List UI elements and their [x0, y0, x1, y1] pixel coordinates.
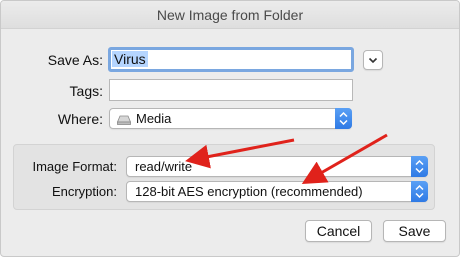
where-value: Media — [136, 111, 172, 126]
drive-icon — [117, 115, 131, 125]
cancel-button[interactable]: Cancel — [305, 220, 372, 242]
image-format-value: read/write — [135, 159, 193, 174]
where-popup[interactable]: Media — [109, 108, 352, 129]
tags-field[interactable] — [109, 79, 353, 101]
new-image-dialog: New Image from Folder Save As: Virus Tag… — [0, 0, 460, 257]
image-format-popup[interactable]: read/write — [126, 156, 428, 177]
save-as-field[interactable]: Virus — [108, 47, 354, 72]
save-button[interactable]: Save — [383, 220, 446, 242]
image-format-stepper — [411, 156, 428, 177]
chevron-down-icon — [368, 57, 378, 64]
up-down-arrows-icon — [415, 159, 424, 174]
annotation-arrows — [185, 133, 388, 184]
title-bar: New Image from Folder — [1, 1, 459, 29]
encryption-stepper — [411, 181, 428, 202]
up-down-arrows-icon — [415, 184, 424, 199]
dialog-title: New Image from Folder — [156, 7, 304, 23]
save-as-value: Virus — [112, 51, 148, 67]
where-label: Where: — [57, 111, 103, 127]
save-as-label: Save As: — [47, 52, 103, 68]
where-stepper — [335, 108, 352, 129]
expand-dialog-button[interactable] — [363, 50, 383, 70]
image-format-label: Image Format: — [32, 159, 117, 174]
encryption-label: Encryption: — [51, 184, 117, 199]
encryption-value: 128-bit AES encryption (recommended) — [135, 184, 363, 199]
up-down-arrows-icon — [339, 111, 348, 126]
encryption-popup[interactable]: 128-bit AES encryption (recommended) — [126, 181, 428, 202]
tags-label: Tags: — [69, 83, 103, 99]
